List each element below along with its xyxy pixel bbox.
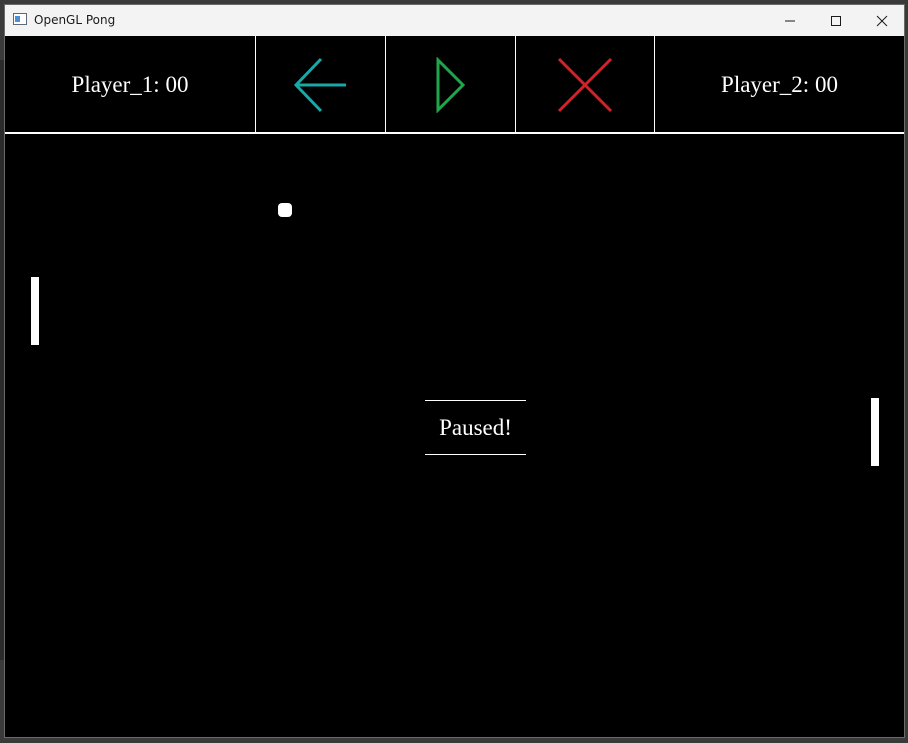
quit-button[interactable]	[515, 36, 655, 134]
game-canvas[interactable]: Player_1: 00 Player_2: 00 Paused!	[5, 36, 904, 737]
right-paddle	[871, 398, 879, 466]
player1-score-panel: Player_1: 00	[5, 36, 255, 134]
player1-score: Player_1: 00	[71, 72, 189, 97]
close-window-button[interactable]	[859, 5, 904, 36]
hud-bar: Player_1: 00 Player_2: 00	[5, 36, 904, 134]
left-paddle	[31, 277, 39, 345]
close-icon	[876, 15, 888, 26]
paused-label: Paused!	[439, 414, 512, 440]
ball	[278, 203, 292, 217]
maximize-icon	[831, 15, 841, 26]
title-bar: OpenGL Pong	[5, 5, 904, 36]
minimize-icon	[785, 20, 795, 21]
play-triangle-icon	[436, 57, 465, 113]
app-window: OpenGL Pong Player_1: 00 Player_2: 00 Pa…	[4, 4, 905, 738]
play-button[interactable]	[385, 36, 515, 134]
maximize-button[interactable]	[813, 5, 859, 36]
app-window-icon	[13, 13, 27, 25]
back-button[interactable]	[255, 36, 385, 134]
player2-score: Player_2: 00	[721, 72, 838, 97]
pause-overlay: Paused!	[425, 400, 526, 455]
minimize-button[interactable]	[767, 5, 813, 36]
close-x-icon	[557, 57, 613, 113]
arrow-left-icon	[293, 57, 346, 113]
window-title: OpenGL Pong	[34, 13, 116, 27]
player2-score-panel: Player_2: 00	[655, 36, 904, 134]
